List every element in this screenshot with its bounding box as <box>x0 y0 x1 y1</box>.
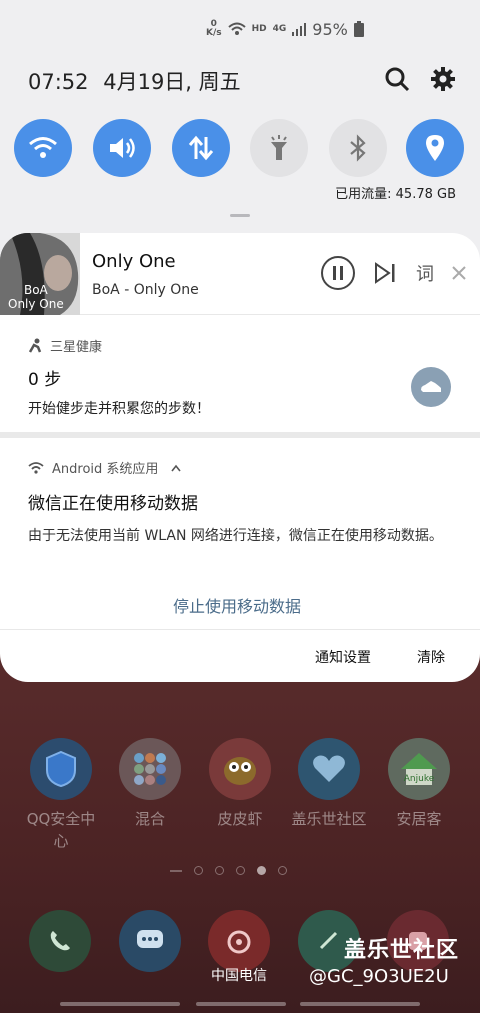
album-art: BoA Only One <box>0 233 80 315</box>
pause-button[interactable] <box>320 255 356 291</box>
pipixia-icon <box>209 738 271 800</box>
page-dot <box>170 869 182 872</box>
dock-netease-music[interactable] <box>208 910 270 972</box>
health-app-name: 三星健康 <box>50 340 103 355</box>
notification-settings-button[interactable]: 通知设置 <box>315 647 371 667</box>
note-icon <box>319 931 338 950</box>
home-app-folder[interactable]: 混合 <box>105 738 195 830</box>
sound-toggle[interactable] <box>93 119 151 177</box>
close-media-button[interactable] <box>441 255 477 291</box>
app-label: 皮皮虾 <box>217 810 263 828</box>
dock-phone[interactable] <box>29 910 91 972</box>
next-track-button[interactable] <box>367 255 403 291</box>
data-usage-label: 已用流量: 45.78 GB <box>335 187 456 202</box>
section-divider <box>0 432 480 438</box>
android-app-name: Android 系统应用 <box>52 462 159 477</box>
anjuke-logo-text: Anjuke <box>404 774 435 784</box>
close-icon <box>452 266 466 280</box>
sound-icon <box>110 138 135 158</box>
pause-icon <box>321 256 355 290</box>
nav-bar-left[interactable] <box>60 1002 180 1006</box>
mobile-data-icon <box>188 135 214 161</box>
wifi-toggle[interactable] <box>14 119 72 177</box>
app-label: QQ安全中心 <box>26 810 96 850</box>
page-dot <box>236 866 245 875</box>
media-notification[interactable]: BoA Only One Only One BoA - Only One 词 <box>0 233 480 315</box>
panel-drag-handle[interactable] <box>230 214 250 217</box>
home-app-galaxy-community[interactable]: 盖乐世社区 <box>284 738 374 830</box>
health-description: 开始健步走并积累您的步数！ <box>28 401 210 417</box>
wifi-status-icon <box>227 22 246 35</box>
start-walking-button[interactable] <box>411 367 451 407</box>
search-icon <box>385 67 410 92</box>
health-notification[interactable]: 三星健康 0 步 开始健步走并积累您的步数！ <box>0 316 480 432</box>
battery-icon <box>353 21 364 37</box>
page-dot <box>194 866 203 875</box>
app-label: 盖乐世社区 <box>291 810 367 828</box>
settings-button[interactable] <box>430 66 458 94</box>
wifi-small-icon <box>28 462 44 474</box>
network-type: 4G <box>272 24 287 34</box>
footer-divider <box>0 629 480 630</box>
skip-next-icon <box>375 262 395 284</box>
flashlight-icon <box>271 135 287 160</box>
wifi-icon <box>29 137 57 158</box>
hd-label: HD <box>251 24 267 34</box>
app-label: 安居客 <box>396 810 442 828</box>
date-time: 07:52 4月19日, 周五 <box>28 66 241 96</box>
location-icon <box>426 135 444 161</box>
watermark-title: 盖乐世社区 <box>344 938 460 963</box>
notification-title: 微信正在使用移动数据 <box>28 494 198 514</box>
location-toggle[interactable] <box>406 119 464 177</box>
page-dot-active <box>257 866 266 875</box>
home-app-pipixia[interactable]: 皮皮虾 <box>195 738 285 830</box>
media-title: Only One <box>92 251 176 272</box>
page-dot <box>278 866 287 875</box>
qq-security-icon <box>30 738 92 800</box>
music-icon <box>227 930 251 954</box>
house-icon: Anjuke <box>388 738 450 800</box>
nav-bar-home[interactable] <box>196 1002 286 1006</box>
media-subtitle: BoA - Only One <box>92 282 199 298</box>
signal-icon <box>292 23 307 36</box>
app-label: 混合 <box>134 810 165 828</box>
status-bar: 0 K/s HD 4G 95% <box>206 14 364 44</box>
step-count: 0 步 <box>28 370 62 390</box>
notification-panel: BoA Only One Only One BoA - Only One 词 三… <box>0 233 480 682</box>
gear-icon <box>431 67 455 91</box>
network-speed: 0 K/s <box>206 20 222 38</box>
heart-icon <box>298 738 360 800</box>
watermark-user: @GC_9O3UE2U <box>309 966 449 987</box>
page-indicator[interactable] <box>170 866 287 875</box>
mobile-data-toggle[interactable] <box>172 119 230 177</box>
carrier-label: 中国电信 <box>211 968 267 984</box>
home-app-qq-security[interactable]: QQ安全中心 <box>16 738 106 852</box>
dock-messages[interactable] <box>119 910 181 972</box>
stop-mobile-data-button[interactable]: 停止使用移动数据 <box>173 593 301 617</box>
clear-all-button[interactable]: 清除 <box>417 647 445 667</box>
home-app-anjuke[interactable]: Anjuke 安居客 <box>374 738 464 830</box>
album-art-text: BoA Only One <box>8 283 64 311</box>
flashlight-toggle[interactable] <box>250 119 308 177</box>
speed-unit: K/s <box>206 28 222 38</box>
bluetooth-toggle[interactable] <box>329 119 387 177</box>
nav-bar-right[interactable] <box>300 1002 420 1006</box>
phone-icon <box>50 931 70 951</box>
lyrics-button[interactable]: 词 <box>407 255 443 291</box>
android-app-header[interactable]: Android 系统应用 <box>28 458 182 477</box>
samsung-health-icon <box>28 338 42 353</box>
date: 4月19日, 周五 <box>103 70 241 94</box>
folder-icon <box>119 738 181 800</box>
time: 07:52 <box>28 70 89 94</box>
message-icon <box>137 930 163 948</box>
search-button[interactable] <box>384 66 412 94</box>
chevron-up-icon[interactable] <box>170 464 182 472</box>
page-dot <box>215 866 224 875</box>
bluetooth-icon <box>350 134 366 162</box>
health-app-header: 三星健康 <box>28 336 102 355</box>
battery-percent: 95% <box>312 19 348 39</box>
notification-body: 由于无法使用当前 WLAN 网络进行连接，微信正在使用移动数据。 <box>28 528 443 544</box>
shoe-icon <box>421 381 441 392</box>
